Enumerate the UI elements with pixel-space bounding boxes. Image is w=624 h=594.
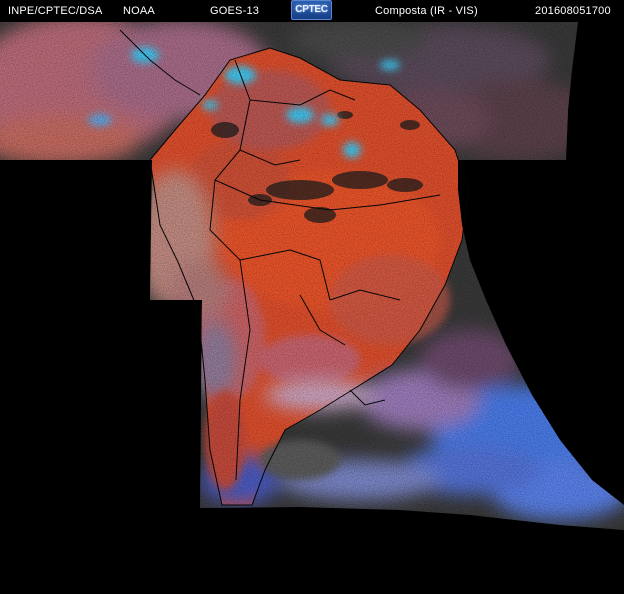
image-header: INPE/CPTEC/DSA NOAA GOES-13 CPTEC Compos… <box>0 0 624 22</box>
satellite-composite-map <box>0 22 624 530</box>
timestamp-label: 201608051700 <box>535 5 611 17</box>
agency-label: INPE/CPTEC/DSA <box>8 5 103 17</box>
satellite-image-viewer: INPE/CPTEC/DSA NOAA GOES-13 CPTEC Compos… <box>0 0 624 594</box>
product-label: Composta (IR - VIS) <box>375 5 478 17</box>
cptec-logo-icon: CPTEC <box>291 0 332 20</box>
image-footprint <box>0 22 624 530</box>
logo-text: CPTEC <box>295 4 328 15</box>
satellite-label: GOES-13 <box>210 5 260 17</box>
partner-label: NOAA <box>123 5 155 17</box>
